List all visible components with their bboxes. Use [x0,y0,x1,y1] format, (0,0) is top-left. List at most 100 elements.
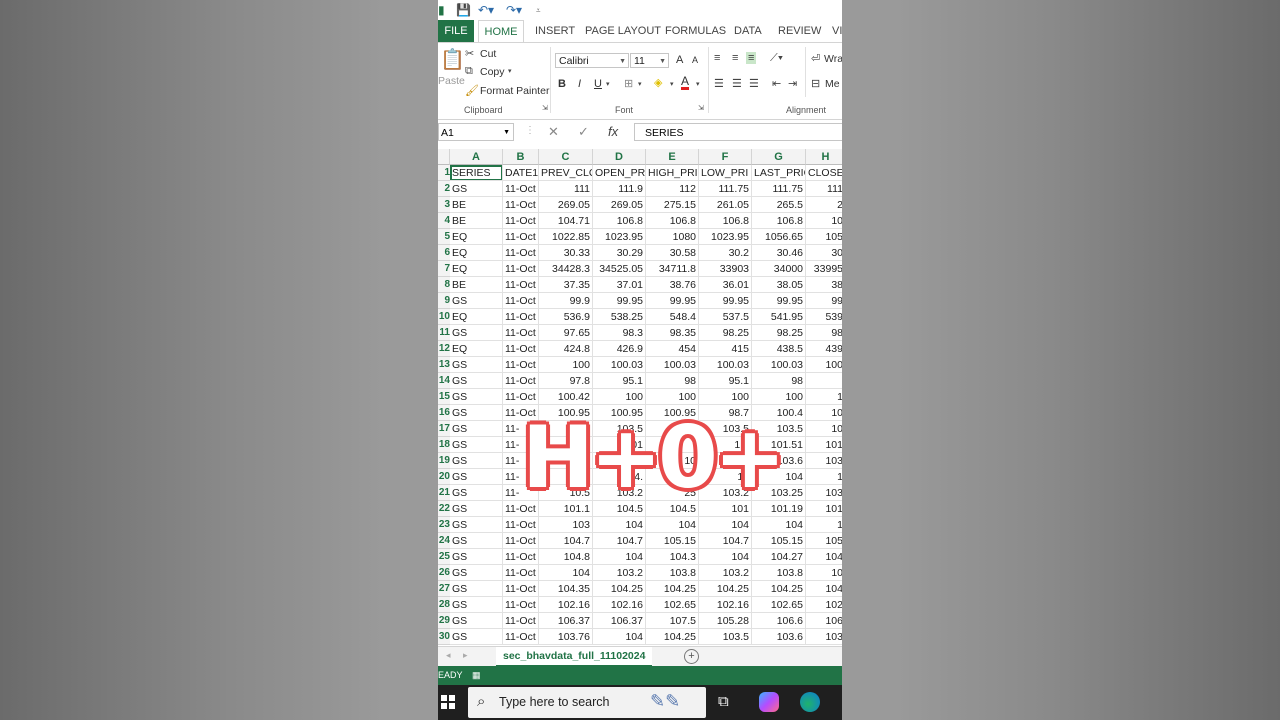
cell[interactable]: 36.01 [699,277,752,293]
cell[interactable]: 11-Oct [503,341,539,357]
cell[interactable]: 424.8 [539,341,593,357]
tab-home[interactable]: HOME [478,20,524,42]
cell[interactable]: GS [450,405,503,421]
cell[interactable]: 1056.65 [752,229,806,245]
cell[interactable]: GS [450,581,503,597]
orientation-icon[interactable]: ⟋▾ [770,52,783,65]
align-middle-icon[interactable]: ≡ [732,52,738,64]
cell[interactable]: 95.1 [699,373,752,389]
cell[interactable]: 99.9 [539,293,593,309]
cell[interactable]: 11-Oct [503,533,539,549]
row-header[interactable]: 6 [438,245,450,261]
cell[interactable]: 104 [593,629,646,645]
column-header-f[interactable]: F [699,149,752,165]
cell[interactable]: 11-Oct [503,597,539,613]
cell[interactable]: 100 [646,389,699,405]
shrink-font-button[interactable]: A [692,55,698,65]
cell[interactable]: 102.16 [539,597,593,613]
customize-qat-icon[interactable]: ⩡ [536,6,541,16]
cell[interactable]: 38.05 [752,277,806,293]
insert-function-icon[interactable]: fx [608,124,618,139]
cell[interactable]: 536.9 [539,309,593,325]
cell[interactable]: 11-Oct [503,373,539,389]
cell[interactable]: 269.05 [539,197,593,213]
cell[interactable]: GS [450,373,503,389]
cell[interactable]: CLOSE [806,165,842,181]
cell[interactable]: 34525.05 [593,261,646,277]
tab-formulas[interactable]: FORMULAS [665,20,726,42]
column-header-a[interactable]: A [450,149,503,165]
cell[interactable]: 106.8 [593,213,646,229]
underline-dropdown-icon[interactable]: ▾ [606,80,610,88]
cell[interactable]: 104 [699,517,752,533]
row-header[interactable]: 19 [438,453,450,469]
cell[interactable]: 105.15 [752,533,806,549]
wrap-text-icon[interactable]: ⏎ [811,52,820,65]
cell[interactable]: 111 [539,181,593,197]
cell[interactable]: 11-Oct [503,293,539,309]
cell[interactable]: 34000 [752,261,806,277]
cell[interactable]: 1 [806,469,842,485]
cell[interactable]: 106.8 [646,213,699,229]
font-size-select[interactable]: 11 ▼ [630,53,669,68]
cell[interactable]: 99.95 [646,293,699,309]
copilot-icon[interactable] [759,692,779,712]
cell[interactable]: 99.95 [593,293,646,309]
column-header-d[interactable]: D [593,149,646,165]
tab-review[interactable]: REVIEW [778,20,821,42]
cell[interactable]: GS [450,533,503,549]
cell[interactable]: 103.76 [539,629,593,645]
row-header[interactable]: 9 [438,293,450,309]
cell[interactable]: 112 [646,181,699,197]
cut-icon[interactable]: ✂ [465,47,474,60]
cell[interactable]: 100.03 [752,357,806,373]
cell[interactable]: 10 [806,565,842,581]
cell[interactable]: 105.15 [646,533,699,549]
grow-font-button[interactable]: A [676,54,683,66]
font-launcher-icon[interactable]: ⇲ [698,104,704,112]
cell[interactable]: 104.3 [646,549,699,565]
decrease-indent-icon[interactable]: ⇤ [772,77,781,90]
cell[interactable]: 11-Oct [503,549,539,565]
cell[interactable]: 10 [806,421,842,437]
cell[interactable]: 439 [806,341,842,357]
cell[interactable]: 106.8 [699,213,752,229]
cell[interactable]: 104 [539,565,593,581]
cell[interactable]: 265.5 [752,197,806,213]
cell[interactable]: 33995 [806,261,842,277]
row-header[interactable]: 3 [438,197,450,213]
fill-dropdown-icon[interactable]: ▾ [670,80,674,88]
cell[interactable]: 11-Oct [503,213,539,229]
cell[interactable]: 104 [752,517,806,533]
sheet-nav-next-icon[interactable]: ▸ [463,650,468,661]
cell[interactable]: GS [450,613,503,629]
cell[interactable]: 100.03 [646,357,699,373]
cell[interactable]: 98.3 [593,325,646,341]
tab-insert[interactable]: INSERT [535,20,575,42]
merge-icon[interactable]: ⊟ [811,77,820,90]
row-header[interactable]: 29 [438,613,450,629]
cell[interactable]: 98 [752,373,806,389]
cell[interactable]: GS [450,629,503,645]
cell[interactable]: 30.2 [699,245,752,261]
cell[interactable]: DATE1 [503,165,539,181]
paste-icon[interactable]: 📋 [440,47,465,72]
cut-button[interactable]: Cut [480,48,496,60]
wrap-text-button[interactable]: Wra [824,53,842,65]
cell[interactable]: OPEN_PR [593,165,646,181]
row-header[interactable]: 28 [438,597,450,613]
cell[interactable]: 1 [806,517,842,533]
cell[interactable]: BE [450,277,503,293]
increase-indent-icon[interactable]: ⇥ [788,77,797,90]
row-header[interactable]: 20 [438,469,450,485]
column-header-b[interactable]: B [503,149,539,165]
cell[interactable]: 100.42 [539,389,593,405]
cell[interactable]: 30.58 [646,245,699,261]
cell[interactable]: GS [450,597,503,613]
cell[interactable]: 38.76 [646,277,699,293]
cell[interactable]: EQ [450,229,503,245]
macro-record-icon[interactable]: ▦ [472,666,481,685]
cell[interactable]: 102.65 [646,597,699,613]
clipboard-launcher-icon[interactable]: ⇲ [542,104,548,112]
cell[interactable]: 103.2 [699,565,752,581]
